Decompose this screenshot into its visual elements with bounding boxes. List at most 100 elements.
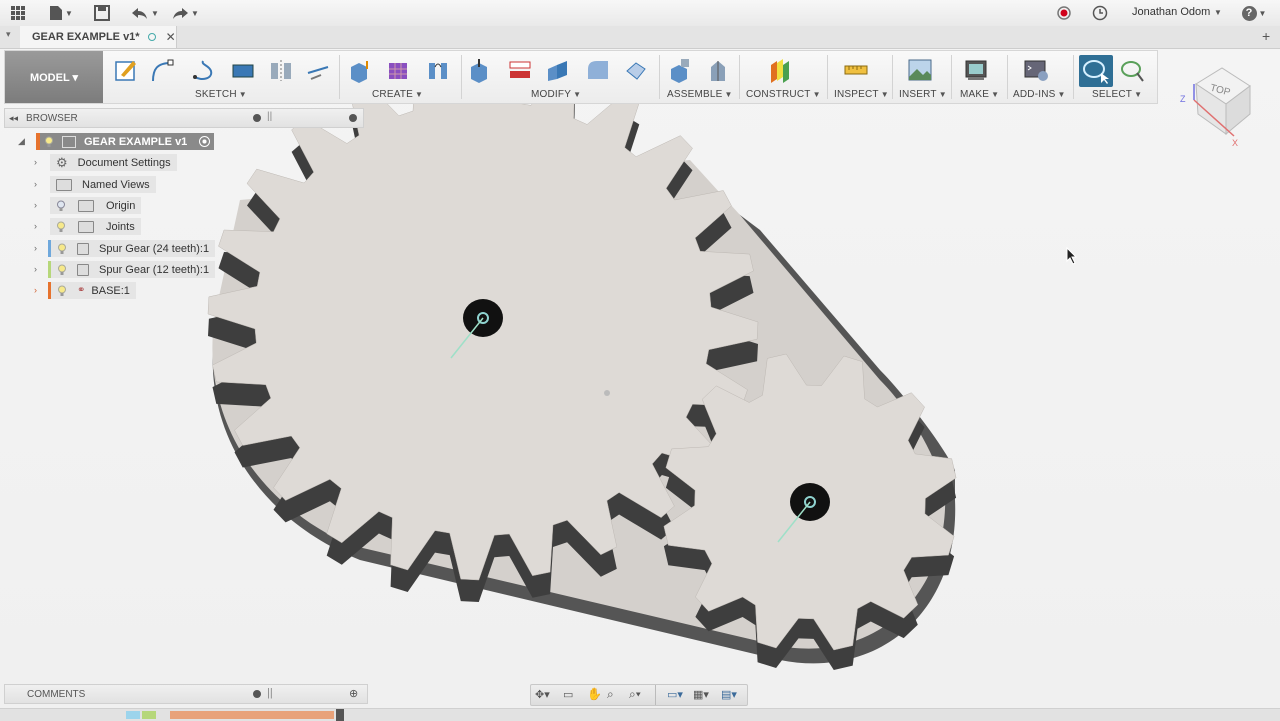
activate-radio-icon[interactable] bbox=[199, 136, 211, 147]
viewports-icon[interactable]: ▤▾ bbox=[721, 688, 737, 701]
timeline-feature[interactable] bbox=[126, 711, 140, 719]
press-pull-icon[interactable] bbox=[467, 57, 493, 83]
timeline-marker[interactable] bbox=[336, 709, 344, 721]
assemble-menu[interactable]: ASSEMBLE ▼ bbox=[667, 89, 733, 100]
look-at-icon[interactable]: ▭ bbox=[563, 688, 573, 701]
joint-icon[interactable] bbox=[705, 57, 731, 83]
insert-image-icon[interactable] bbox=[907, 57, 933, 83]
collapse-panel-icon[interactable]: ◂◂ bbox=[9, 113, 18, 124]
expand-arrow-icon[interactable]: › bbox=[34, 157, 37, 167]
job-status-clock-icon[interactable] bbox=[1090, 3, 1110, 23]
expand-arrow-icon[interactable]: › bbox=[34, 243, 37, 253]
expand-arrow-icon[interactable]: › bbox=[34, 285, 37, 295]
expand-arrow-icon[interactable]: › bbox=[34, 200, 37, 210]
extrude-icon[interactable] bbox=[347, 57, 373, 83]
rectangle-tool-icon[interactable] bbox=[230, 57, 256, 83]
gear-icon: ⚙ bbox=[56, 154, 68, 170]
panel-resize-icon[interactable]: || bbox=[267, 111, 272, 122]
paint-select-icon[interactable] bbox=[1119, 57, 1145, 83]
line-tool-icon[interactable] bbox=[149, 57, 175, 83]
browser-item-label: BASE:1 bbox=[91, 284, 130, 297]
browser-item-spur-gear-24[interactable]: › Spur Gear (24 teeth):1 bbox=[34, 240, 216, 257]
visibility-bulb-icon[interactable] bbox=[57, 264, 67, 276]
select-menu[interactable]: SELECT ▼ bbox=[1092, 89, 1142, 100]
display-settings-icon[interactable]: ▭▾ bbox=[667, 688, 683, 701]
toolbar-divider bbox=[339, 55, 340, 99]
modify-menu[interactable]: MODIFY ▼ bbox=[531, 89, 581, 100]
insert-menu[interactable]: INSERT ▼ bbox=[899, 89, 947, 100]
panel-options-icon[interactable] bbox=[349, 114, 357, 122]
pin-icon[interactable]: ▾ bbox=[6, 29, 11, 40]
create-sketch-icon[interactable] bbox=[113, 57, 139, 83]
close-tab-icon[interactable]: ✕ bbox=[166, 30, 176, 44]
modify-menu-label: MODIFY bbox=[531, 89, 572, 100]
form-icon[interactable] bbox=[385, 57, 411, 83]
visibility-bulb-icon[interactable] bbox=[57, 243, 67, 255]
undo-icon[interactable]: ▼ bbox=[128, 3, 162, 23]
expand-arrow-icon[interactable]: › bbox=[34, 179, 37, 189]
browser-item-joints[interactable]: › Joints bbox=[34, 218, 141, 235]
user-menu-chevron-icon[interactable]: ▼ bbox=[1214, 8, 1222, 17]
combine-icon[interactable] bbox=[545, 57, 571, 83]
sketch-menu[interactable]: SKETCH ▼ bbox=[195, 89, 247, 100]
orbit-icon[interactable]: ✥▾ bbox=[535, 688, 550, 701]
browser-item-document-settings[interactable]: › ⚙ Document Settings bbox=[34, 154, 177, 171]
make-menu[interactable]: MAKE ▼ bbox=[960, 89, 999, 100]
toolbar-divider bbox=[659, 55, 660, 99]
comments-panel[interactable]: COMMENTS || ⊕ bbox=[4, 684, 368, 704]
revolve-icon[interactable] bbox=[425, 57, 451, 83]
timeline-bar[interactable] bbox=[0, 708, 1280, 721]
panel-resize-icon[interactable]: || bbox=[267, 687, 273, 699]
shell-icon[interactable] bbox=[623, 57, 649, 83]
browser-item-named-views[interactable]: › Named Views bbox=[34, 176, 156, 193]
redo-icon[interactable]: ▼ bbox=[168, 3, 202, 23]
browser-item-base[interactable]: › ⚭ BASE:1 bbox=[34, 282, 136, 299]
select-tool-active-button[interactable] bbox=[1079, 55, 1113, 87]
view-cube[interactable]: TOP Z X bbox=[1176, 62, 1256, 146]
fit-zoom-icon[interactable]: ⌕▾ bbox=[629, 687, 641, 702]
offset-plane-icon[interactable] bbox=[767, 57, 793, 83]
visibility-bulb-icon[interactable] bbox=[56, 200, 66, 212]
zoom-icon[interactable]: ⌕ bbox=[607, 687, 614, 702]
browser-item-origin[interactable]: › Origin bbox=[34, 197, 142, 214]
visibility-bulb-icon[interactable] bbox=[44, 136, 54, 148]
new-tab-icon[interactable]: + bbox=[1262, 28, 1270, 44]
visibility-bulb-icon[interactable] bbox=[56, 221, 66, 233]
pin-panel-icon[interactable] bbox=[253, 690, 261, 698]
grid-settings-icon[interactable]: ▦▾ bbox=[693, 688, 709, 701]
mirror-tool-icon[interactable] bbox=[268, 57, 294, 83]
expand-arrow-icon[interactable]: › bbox=[34, 264, 37, 274]
timeline-feature[interactable] bbox=[142, 711, 156, 719]
split-body-icon[interactable] bbox=[507, 57, 533, 83]
pan-hand-icon[interactable]: ✋ bbox=[587, 687, 602, 701]
file-menu-icon[interactable]: ▼ bbox=[46, 3, 76, 23]
help-button[interactable]: ? ▼ bbox=[1238, 3, 1270, 23]
inspect-menu[interactable]: INSPECT ▼ bbox=[834, 89, 889, 100]
user-name[interactable]: Jonathan Odom bbox=[1132, 6, 1210, 18]
browser-header[interactable]: ◂◂ BROWSER || bbox=[4, 108, 364, 128]
construct-menu[interactable]: CONSTRUCT ▼ bbox=[746, 89, 821, 100]
browser-item-spur-gear-12[interactable]: › Spur Gear (12 teeth):1 bbox=[34, 261, 216, 278]
addins-menu[interactable]: ADD-INS ▼ bbox=[1013, 89, 1066, 100]
data-panel-grid-icon[interactable] bbox=[8, 3, 28, 23]
timeline-feature[interactable] bbox=[170, 711, 334, 719]
record-icon[interactable] bbox=[1054, 3, 1074, 23]
measure-icon[interactable] bbox=[843, 57, 869, 83]
scripts-addins-icon[interactable] bbox=[1023, 57, 1049, 83]
fillet-icon[interactable] bbox=[585, 57, 611, 83]
collapse-arrow-icon[interactable]: ◢ bbox=[18, 136, 25, 147]
browser-root-node[interactable]: ◢ GEAR EXAMPLE v1 bbox=[18, 133, 215, 150]
browser-item-label: Spur Gear (12 teeth):1 bbox=[99, 263, 210, 276]
add-comment-icon[interactable]: ⊕ bbox=[349, 687, 358, 700]
3d-print-icon[interactable] bbox=[963, 57, 989, 83]
document-tab[interactable]: GEAR EXAMPLE v1* ✕ bbox=[20, 26, 177, 48]
workspace-switcher-button[interactable]: MODEL ▾ bbox=[5, 51, 103, 103]
pin-panel-icon[interactable] bbox=[253, 114, 261, 122]
spline-tool-icon[interactable] bbox=[191, 57, 217, 83]
save-icon[interactable] bbox=[92, 3, 112, 23]
expand-arrow-icon[interactable]: › bbox=[34, 221, 37, 231]
visibility-bulb-icon[interactable] bbox=[57, 285, 67, 297]
project-tool-icon[interactable] bbox=[305, 57, 331, 83]
create-menu[interactable]: CREATE ▼ bbox=[372, 89, 423, 100]
new-component-icon[interactable] bbox=[667, 57, 693, 83]
